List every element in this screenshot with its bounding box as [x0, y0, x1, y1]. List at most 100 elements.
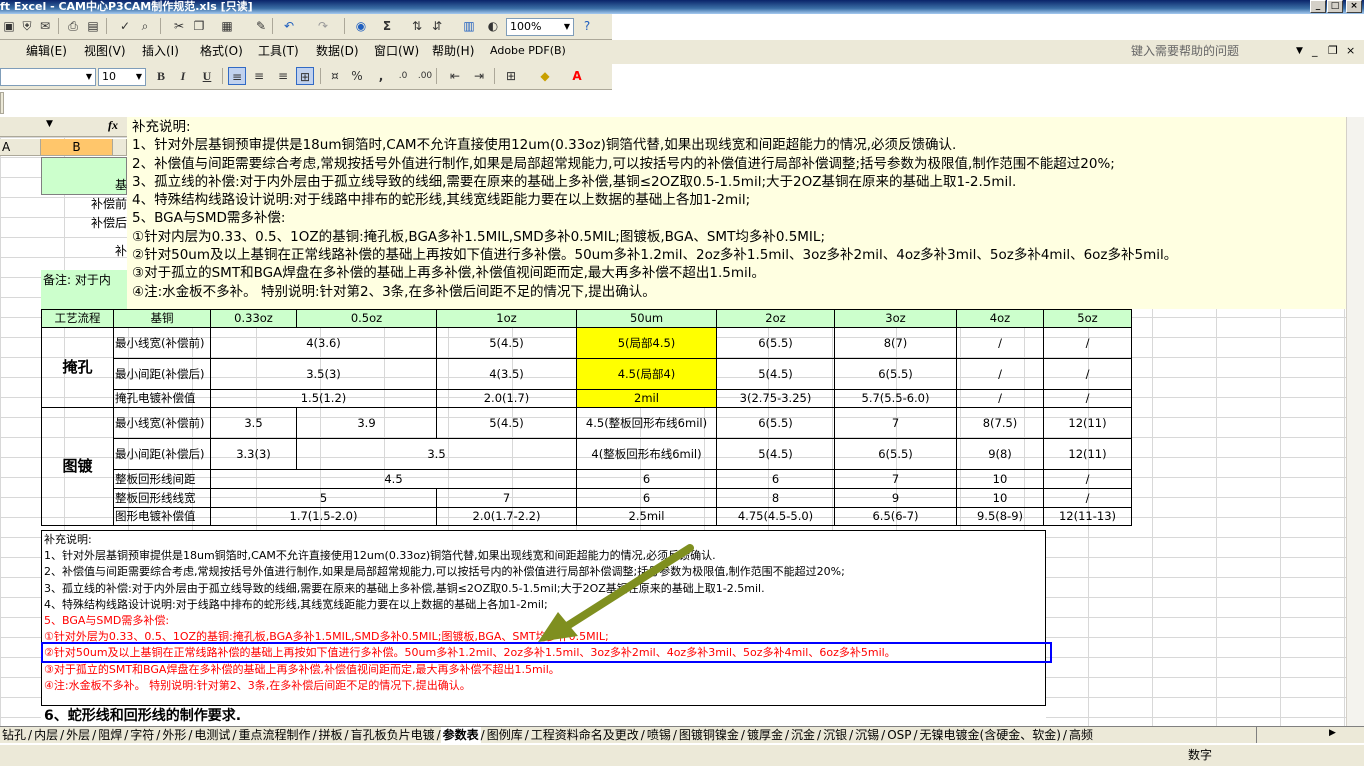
table-cell[interactable]: 5.7(5.5-6.0): [834, 389, 957, 408]
bold-button[interactable]: B: [152, 67, 170, 85]
decrease-decimal-icon[interactable]: .00: [416, 67, 434, 85]
sheet-tab[interactable]: 沉金: [789, 727, 817, 743]
name-box[interactable]: ▼ fx: [0, 117, 127, 137]
research-icon[interactable]: ⌕: [136, 17, 154, 35]
table-cell[interactable]: 4.5: [210, 469, 577, 489]
table-cell[interactable]: /: [1043, 358, 1132, 390]
undo-icon[interactable]: ↶: [280, 17, 298, 35]
header-cell[interactable]: 4oz: [956, 309, 1044, 328]
doc-minimize-icon[interactable]: _: [1312, 44, 1318, 58]
table-cell[interactable]: 6: [576, 469, 717, 489]
table-cell[interactable]: 2.0(1.7-2.2): [436, 507, 577, 526]
table-cell[interactable]: /: [1043, 327, 1132, 359]
sheet-tab[interactable]: 钻孔: [0, 727, 28, 743]
save-icon[interactable]: ▣: [0, 17, 18, 35]
row-label[interactable]: 整板回形线间距: [113, 469, 211, 489]
table-cell[interactable]: 4(整板回形布线6mil): [576, 438, 717, 470]
sheet-tab[interactable]: OSP: [885, 727, 913, 743]
table-cell[interactable]: 9.5(8-9): [956, 507, 1044, 526]
table-cell[interactable]: 5(局部4.5): [576, 327, 717, 359]
table-cell[interactable]: 10: [956, 488, 1044, 508]
table-cell[interactable]: /: [1043, 389, 1132, 408]
table-cell[interactable]: /: [1043, 469, 1132, 489]
sheet-tab[interactable]: 图镀铜镍金: [677, 727, 741, 743]
table-cell[interactable]: 4.5(整板回形布线6mil): [576, 407, 717, 439]
table-cell[interactable]: 5(4.5): [716, 438, 835, 470]
table-cell[interactable]: 8(7): [834, 327, 957, 359]
sheet-tab[interactable]: 工程资料命名及更改: [529, 727, 641, 743]
spell-icon[interactable]: ✓: [116, 17, 134, 35]
sheet-tab[interactable]: 重点流程制作: [236, 727, 312, 743]
table-cell[interactable]: 4(3.6): [210, 327, 437, 359]
table-cell[interactable]: 12(11): [1043, 438, 1132, 470]
row-label[interactable]: 最小间距(补偿后): [113, 358, 211, 390]
group-label-pattern-plating[interactable]: 图镀: [41, 407, 114, 526]
sheet-tab[interactable]: 沉锡: [853, 727, 881, 743]
row-label[interactable]: 最小线宽(补偿前): [113, 327, 211, 359]
borders-icon[interactable]: ⊞: [502, 67, 520, 85]
table-cell[interactable]: 5(4.5): [436, 327, 577, 359]
align-center-icon[interactable]: ≡: [250, 67, 268, 85]
column-header-c[interactable]: [113, 139, 127, 156]
font-color-icon[interactable]: A: [568, 67, 586, 85]
doc-restore-icon[interactable]: ❐: [1328, 44, 1338, 58]
hyperlink-icon[interactable]: ◉: [352, 17, 370, 35]
table-cell[interactable]: 2.5mil: [576, 507, 717, 526]
sheet-tab[interactable]: 字符: [128, 727, 156, 743]
font-name-select[interactable]: ▼: [0, 68, 96, 86]
group-label-masking[interactable]: 掩孔: [41, 327, 114, 408]
menu-format[interactable]: 格式(O): [200, 44, 243, 58]
align-right-icon[interactable]: ≡: [274, 67, 292, 85]
sheet-tab[interactable]: 内层: [32, 727, 60, 743]
row-label[interactable]: 整板回形线线宽: [113, 488, 211, 508]
close-button[interactable]: ×: [1346, 0, 1362, 13]
help-icon[interactable]: ?: [578, 17, 596, 35]
redo-icon[interactable]: ↷: [314, 17, 332, 35]
sheet-tab[interactable]: 喷锡: [645, 727, 673, 743]
row-label[interactable]: 图形电镀补偿值: [113, 507, 211, 526]
column-header-b[interactable]: B: [41, 139, 113, 156]
table-cell[interactable]: 6(5.5): [716, 407, 835, 439]
drawing-icon[interactable]: ◐: [484, 17, 502, 35]
copy-icon[interactable]: ❐: [190, 17, 208, 35]
table-cell[interactable]: 6(5.5): [834, 438, 957, 470]
table-cell[interactable]: 6(5.5): [716, 327, 835, 359]
menu-data[interactable]: 数据(D): [316, 44, 359, 58]
table-cell[interactable]: 3.5: [210, 407, 297, 439]
help-search-input[interactable]: 键入需要帮助的问题: [1131, 44, 1239, 58]
sort-asc-icon[interactable]: ⇅: [408, 17, 426, 35]
cell-green-block[interactable]: [41, 290, 127, 309]
cut-icon[interactable]: ✂: [170, 17, 188, 35]
table-cell[interactable]: 2mil: [576, 389, 717, 408]
table-cell[interactable]: 6: [716, 469, 835, 489]
header-cell[interactable]: 5oz: [1043, 309, 1132, 328]
row-label[interactable]: 最小间距(补偿后): [113, 438, 211, 470]
menu-adobe-pdf[interactable]: Adobe PDF(B): [490, 44, 566, 58]
comma-button[interactable]: ,: [372, 67, 390, 85]
table-cell[interactable]: 3.9: [296, 407, 437, 439]
sheet-tab[interactable]: 镀厚金: [745, 727, 785, 743]
currency-icon[interactable]: ¤: [326, 67, 344, 85]
table-cell[interactable]: 3.5: [296, 438, 577, 470]
table-cell[interactable]: 12(11-13): [1043, 507, 1132, 526]
header-cell[interactable]: 工艺流程: [41, 309, 114, 328]
permission-icon[interactable]: ⛨: [18, 17, 36, 35]
table-cell[interactable]: 4.75(4.5-5.0): [716, 507, 835, 526]
table-cell[interactable]: 5: [210, 488, 437, 508]
table-cell[interactable]: 5(4.5): [716, 358, 835, 390]
header-cell[interactable]: 2oz: [716, 309, 835, 328]
column-header-a[interactable]: A: [0, 139, 41, 156]
italic-button[interactable]: I: [174, 67, 192, 85]
sheet-tab-active[interactable]: 参数表: [440, 727, 481, 743]
align-left-icon[interactable]: ≡: [228, 67, 246, 85]
vertical-scrollbar[interactable]: [1346, 117, 1364, 726]
chevron-down-icon[interactable]: ▼: [561, 19, 573, 35]
fill-color-icon[interactable]: ◆: [536, 67, 554, 85]
menu-edit[interactable]: 编辑(E): [26, 44, 67, 58]
table-cell[interactable]: /: [1043, 488, 1132, 508]
table-cell[interactable]: 9(8): [956, 438, 1044, 470]
doc-close-icon[interactable]: ×: [1346, 44, 1355, 58]
fx-icon[interactable]: fx: [108, 118, 118, 133]
sheet-tab[interactable]: 盲孔板负片电镀: [349, 727, 437, 743]
sheet-tab[interactable]: 拼板: [317, 727, 345, 743]
